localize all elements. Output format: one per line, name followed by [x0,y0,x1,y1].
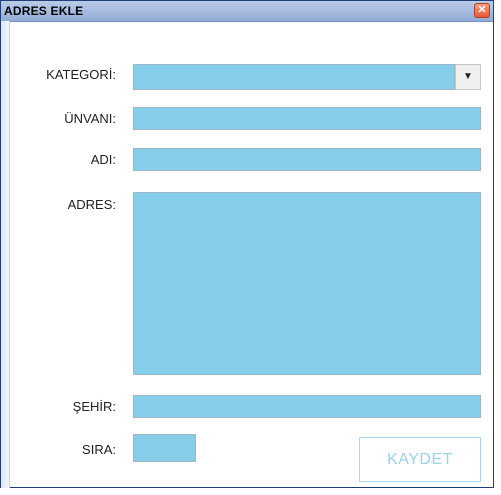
close-icon: ✕ [477,4,487,16]
save-button[interactable]: KAYDET [359,437,481,482]
sira-label: SIRA: [82,442,116,457]
title-bar[interactable]: ADRES EKLE ✕ [1,1,493,22]
close-button[interactable]: ✕ [474,3,490,18]
adi-input[interactable] [133,148,481,171]
window-left-edge [1,21,10,488]
sehir-label: ŞEHİR: [72,399,116,414]
adres-textarea[interactable] [133,192,481,375]
adi-label: ADI: [90,152,116,167]
sehir-input[interactable] [133,395,481,418]
unvani-input[interactable] [133,107,481,130]
adres-label: ADRES: [67,197,116,212]
window-title: ADRES EKLE [4,4,84,18]
sira-input[interactable] [133,434,196,462]
unvani-label: ÜNVANI: [64,111,116,126]
kategori-select[interactable] [133,64,455,90]
chevron-down-icon: ▼ [463,71,473,82]
add-address-window: ADRES EKLE ✕ KATEGORİ: ▼ ÜNVANI: ADI: AD… [0,0,494,488]
kategori-label: KATEGORİ: [46,67,116,82]
kategori-dropdown-button[interactable]: ▼ [455,64,481,90]
